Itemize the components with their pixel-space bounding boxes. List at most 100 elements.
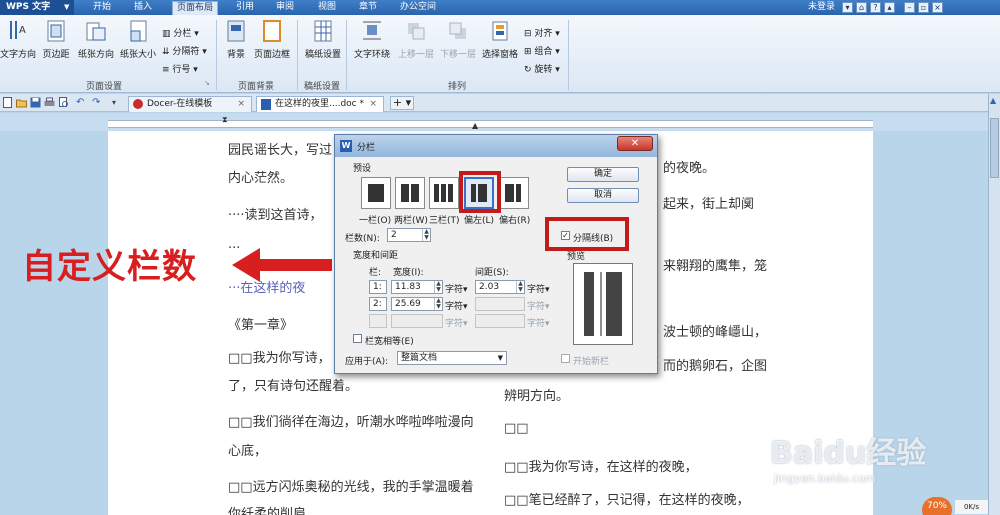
spacing-unit-dropdown[interactable]: 字符▾ [527,282,550,295]
menu-home[interactable]: 开始 [93,0,111,15]
scroll-up-icon[interactable]: ▲ [990,96,996,105]
close-icon[interactable]: × [932,2,943,13]
width-input[interactable]: 11.83 ▲ ▼ [391,280,443,294]
customize-icon[interactable]: ▾ [112,97,123,108]
group-button[interactable]: ⊞ 组合 ▾ [524,44,560,57]
preset-one-column[interactable] [361,177,391,209]
columns-button[interactable]: ▥ 分栏 ▾ [162,26,199,39]
width-unit-dropdown[interactable]: 字符▾ [445,299,468,312]
column-marker-icon[interactable]: ▲ [472,121,478,130]
doc-line: 的夜晚。 [663,161,716,176]
paper-size-button[interactable]: 纸张大小 [118,19,158,69]
manuscript-button[interactable]: 稿纸设置 [302,19,344,69]
preset-group-label: 预设 [353,164,372,174]
undo-icon[interactable]: ↶ [76,97,87,108]
cancel-button[interactable]: 取消 [567,188,639,203]
text-wrap-icon [363,21,381,40]
doc-line: □□我为你写诗， [228,351,331,366]
spacing-unit-dropdown: 字符▾ [527,319,550,329]
tab-active-document[interactable]: 在这样的夜里....doc * × [256,96,384,112]
one-column-icon [368,184,384,202]
preset-three-columns[interactable] [429,177,459,209]
minimize-icon[interactable]: – [904,2,915,13]
selection-pane-button[interactable]: 选择窗格 [480,19,520,69]
spinner-icon[interactable]: ▲ ▼ [516,281,524,293]
ribbon-toggle-icon[interactable]: ▴ [884,2,895,13]
dialog-launcher-icon[interactable]: ↘ [204,79,210,87]
doc-line: 辨明方向。 [504,389,570,404]
rotate-button[interactable]: ↻ 旋转 ▾ [524,62,560,75]
width-unit-dropdown[interactable]: 字符▾ [445,282,468,295]
text-direction-button[interactable]: A 文字方向 [0,19,36,69]
text-wrap-label: 文字环绕 [353,50,390,60]
apply-to-select[interactable]: 整篇文档 ▼ [397,351,507,365]
spinner-icon[interactable]: ▲ ▼ [422,229,430,241]
tab-docer-templates[interactable]: Docer-在线模板 × [128,96,252,112]
bring-forward-button[interactable]: 上移一层 [396,19,436,69]
doc-line: 了，只有诗句还醒着。 [228,379,359,394]
menu-page-layout[interactable]: 页面布局 [172,1,219,15]
preview-label: 预览 [567,252,586,262]
spinner-icon[interactable]: ▲ ▼ [434,281,442,293]
indent-marker-icon[interactable]: ⧗ [222,115,228,125]
line-numbers-button[interactable]: ≡ 行号 ▾ [162,62,198,75]
menu-chapter[interactable]: 章节 [359,0,377,15]
preset-right[interactable] [499,177,529,209]
close-icon[interactable]: ✕ [617,136,653,151]
preset-two-columns[interactable] [395,177,425,209]
background-button[interactable]: 背景 [222,19,250,69]
columns-dialog: W 分栏 ✕ 预设 一栏(O) 两栏(W) 三栏(T) 偏左(L) 偏右(R) … [334,134,658,374]
skin-icon[interactable]: ▾ [842,2,853,13]
align-button[interactable]: ⊟ 对齐 ▾ [524,26,560,39]
doc-line: 心底， [228,444,268,459]
close-tab-icon[interactable]: × [369,97,377,111]
group-manuscript: 稿纸设置 [304,82,341,92]
new-document-icon[interactable] [2,97,13,108]
scroll-thumb[interactable] [990,118,999,178]
zoom-badge[interactable]: 70% [922,497,952,515]
menu-review[interactable]: 审阅 [276,0,294,15]
wps-icon: W [340,140,352,152]
spinner-icon[interactable]: ▲ ▼ [434,298,442,310]
app-logo-button[interactable]: WPS 文字 [0,0,74,15]
new-tab-plus-icon[interactable]: + ▾ [390,96,414,110]
close-tab-icon[interactable]: × [237,97,245,111]
redo-icon[interactable]: ↷ [92,97,103,108]
align-label: 对齐 [534,29,553,39]
column-count-input[interactable]: 2 ▲ ▼ [387,228,431,242]
orientation-button[interactable]: 纸张方向 [76,19,116,69]
open-folder-icon[interactable] [16,97,27,108]
login-status[interactable]: 未登录 [808,0,835,15]
doc-line: 来翱翔的鹰隼，笼 [663,259,768,274]
text-wrap-button[interactable]: 文字环绕 [350,19,394,69]
vertical-scrollbar[interactable]: ▲ [988,94,1000,515]
print-icon[interactable] [44,97,55,108]
spacing-input[interactable]: 2.03 ▲ ▼ [475,280,525,294]
width-input[interactable]: 25.69 ▲ ▼ [391,297,443,311]
spacing-unit-dropdown: 字符▾ [527,302,550,312]
home-icon[interactable]: ⌂ [856,2,867,13]
help-icon[interactable]: ? [870,2,881,13]
menu-insert[interactable]: 插入 [134,0,152,15]
equal-width-checkbox[interactable] [353,334,362,343]
breaks-button[interactable]: ⇊ 分隔符 ▾ [162,44,207,57]
ok-button[interactable]: 确定 [567,167,639,182]
send-backward-button[interactable]: 下移一层 [438,19,478,69]
print-preview-icon[interactable] [58,97,69,108]
group-page-background: 页面背景 [238,82,275,92]
restore-icon[interactable]: ▫ [918,2,929,13]
column-count-label: 栏数(N): [345,234,380,244]
rotate-label: 旋转 [534,65,553,75]
menu-office-space[interactable]: 办公空间 [400,0,436,15]
page-border-button[interactable]: 页面边框 [252,19,292,69]
margins-button[interactable]: 页边距 [40,19,72,69]
chevron-down-icon[interactable]: ▼ [64,0,69,15]
menu-reference[interactable]: 引用 [236,0,254,15]
col-index: 1: [369,280,387,294]
apply-to-value: 整篇文档 [401,353,438,363]
menu-view[interactable]: 视图 [318,0,336,15]
dialog-title-bar[interactable]: W 分栏 ✕ [335,135,657,157]
doc-line: ····读到这首诗， [228,208,323,223]
save-icon[interactable] [30,97,41,108]
col-header: 栏: [369,268,382,278]
